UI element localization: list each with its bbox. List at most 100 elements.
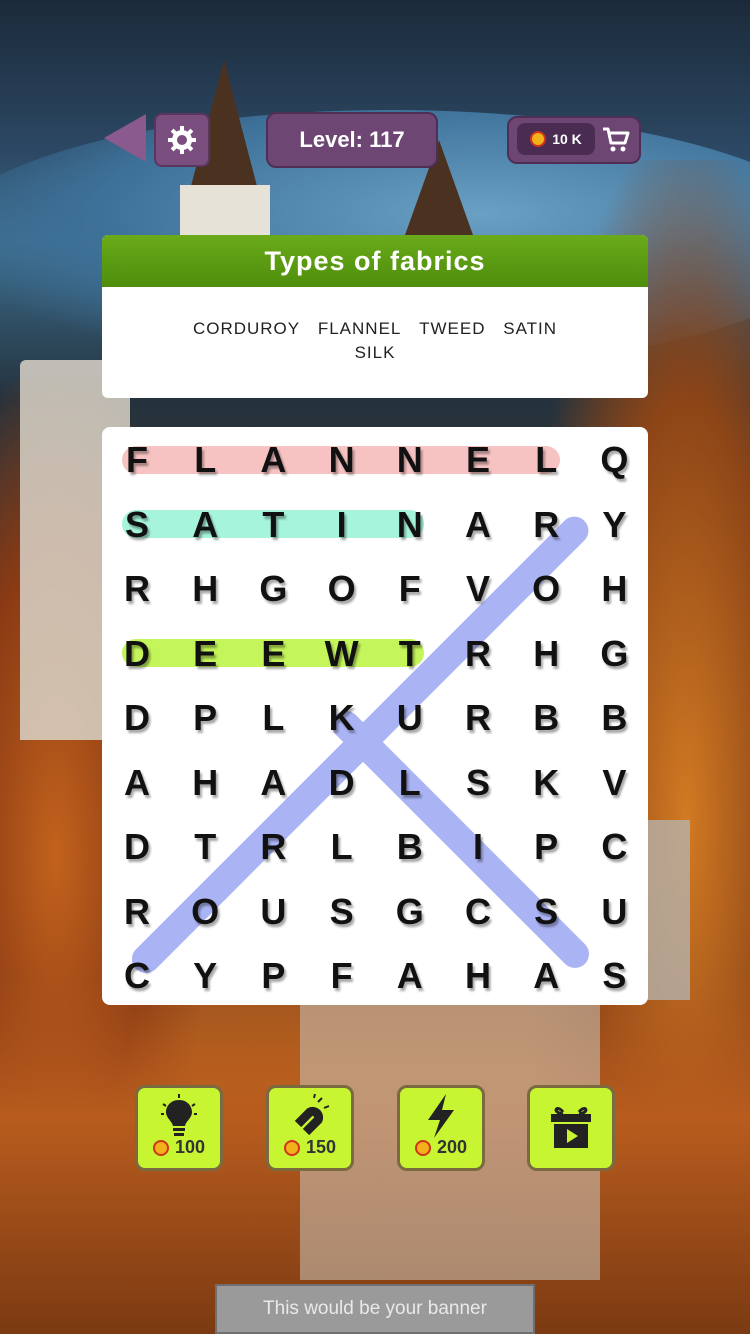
grid-letter-cell[interactable]: A: [512, 946, 580, 1006]
settings-button[interactable]: [154, 113, 210, 167]
word-item: SILK: [354, 343, 396, 362]
grid-letter-cell[interactable]: T: [376, 624, 444, 684]
coin-icon: [414, 1139, 431, 1156]
grid-letter-cell[interactable]: U: [376, 688, 444, 748]
grid-letter-cell[interactable]: A: [239, 753, 307, 813]
magnet-icon: [294, 1093, 330, 1136]
grid-letter-cell[interactable]: R: [103, 559, 171, 619]
word-item: TWEED: [419, 319, 486, 338]
grid-letter-cell[interactable]: F: [376, 559, 444, 619]
video-reward-button[interactable]: [527, 1085, 615, 1171]
grid-letter-cell[interactable]: S: [308, 882, 376, 942]
booster-cost: 100: [138, 1137, 220, 1158]
grid-letter-cell[interactable]: L: [512, 430, 580, 490]
grid-letter-cell[interactable]: L: [171, 430, 239, 490]
grid-letter-cell[interactable]: N: [308, 430, 376, 490]
grid-letter-cell[interactable]: H: [512, 624, 580, 684]
grid-letter-cell[interactable]: C: [103, 946, 171, 1006]
lightning-icon: [428, 1094, 454, 1138]
grid-letter-cell[interactable]: D: [103, 624, 171, 684]
hint-booster-button[interactable]: 100: [135, 1085, 223, 1171]
grid-letter-cell[interactable]: D: [103, 688, 171, 748]
coin-count: 10 K: [552, 131, 582, 147]
word-item: FLANNEL: [317, 319, 402, 338]
coin-shop-button[interactable]: 10 K: [507, 116, 641, 164]
booster-cost: 150: [269, 1137, 351, 1158]
grid-letter-cell[interactable]: N: [376, 495, 444, 555]
grid-letter-cell[interactable]: R: [444, 688, 512, 748]
grid-letter-cell[interactable]: N: [376, 430, 444, 490]
grid-letter-cell[interactable]: I: [308, 495, 376, 555]
grid-letter-cell[interactable]: V: [444, 559, 512, 619]
grid-letter-cell[interactable]: P: [512, 817, 580, 877]
grid-letter-cell[interactable]: D: [308, 753, 376, 813]
grid-letter-cell[interactable]: U: [580, 882, 648, 942]
grid-letter-cell[interactable]: R: [103, 882, 171, 942]
coin-icon: [283, 1139, 300, 1156]
grid-letter-cell[interactable]: Y: [580, 495, 648, 555]
grid-letter-cell[interactable]: H: [171, 753, 239, 813]
grid-letter-cell[interactable]: O: [512, 559, 580, 619]
grid-letter-cell[interactable]: D: [103, 817, 171, 877]
cart-icon: [603, 127, 630, 152]
grid-letter-cell[interactable]: R: [444, 624, 512, 684]
grid-letter-cell[interactable]: L: [239, 688, 307, 748]
grid-letter-cell[interactable]: S: [444, 753, 512, 813]
grid-letter-cell[interactable]: E: [444, 430, 512, 490]
grid-letter-cell[interactable]: P: [239, 946, 307, 1006]
grid-letter-cell[interactable]: Y: [171, 946, 239, 1006]
grid-letter-cell[interactable]: A: [239, 430, 307, 490]
grid-letter-cell[interactable]: P: [171, 688, 239, 748]
grid-letter-cell[interactable]: I: [444, 817, 512, 877]
coin-icon: [152, 1139, 169, 1156]
grid-letter-cell[interactable]: E: [239, 624, 307, 684]
grid-letter-cell[interactable]: B: [512, 688, 580, 748]
grid-letter-cell[interactable]: U: [239, 882, 307, 942]
grid-letter-cell[interactable]: O: [308, 559, 376, 619]
grid-letter-cell[interactable]: A: [444, 495, 512, 555]
gift-video-icon: [551, 1107, 591, 1148]
letter-grid[interactable]: FLANNELQSATINARYRHGOFVOHDEEWTRHGDPLKURBB…: [102, 427, 648, 1005]
grid-letter-cell[interactable]: S: [512, 882, 580, 942]
grid-letter-cell[interactable]: H: [444, 946, 512, 1006]
grid-letter-cell[interactable]: V: [580, 753, 648, 813]
grid-letter-cell[interactable]: R: [239, 817, 307, 877]
grid-letter-cell[interactable]: F: [103, 430, 171, 490]
grid-letter-cell[interactable]: H: [171, 559, 239, 619]
grid-letter-cell[interactable]: S: [580, 946, 648, 1006]
grid-letter-cell[interactable]: B: [376, 817, 444, 877]
grid-letter-cell[interactable]: Q: [580, 430, 648, 490]
booster-cost: 200: [400, 1137, 482, 1158]
grid-letter-cell[interactable]: B: [580, 688, 648, 748]
grid-letter-cell[interactable]: W: [308, 624, 376, 684]
level-indicator: Level: 117: [266, 112, 438, 168]
word-list: CORDUROY FLANNEL TWEED SATIN SILK: [102, 287, 648, 365]
grid-letter-cell[interactable]: K: [512, 753, 580, 813]
grid-letter-cell[interactable]: K: [308, 688, 376, 748]
booster-cost-value: 150: [305, 1137, 337, 1157]
grid-letter-cell[interactable]: H: [580, 559, 648, 619]
grid-letter-cell[interactable]: G: [580, 624, 648, 684]
magnet-booster-button[interactable]: 150: [266, 1085, 354, 1171]
grid-letter-cell[interactable]: G: [376, 882, 444, 942]
grid-letter-cell[interactable]: E: [171, 624, 239, 684]
grid-letter-cell[interactable]: L: [308, 817, 376, 877]
grid-letter-cell[interactable]: F: [308, 946, 376, 1006]
grid-letter-cell[interactable]: A: [376, 946, 444, 1006]
coin-balance: 10 K: [517, 123, 595, 155]
lightning-booster-button[interactable]: 200: [397, 1085, 485, 1171]
back-button[interactable]: [104, 114, 146, 162]
ad-banner[interactable]: This would be your banner: [215, 1284, 535, 1334]
grid-letter-cell[interactable]: O: [171, 882, 239, 942]
word-item: CORDUROY: [192, 319, 301, 338]
grid-letter-cell[interactable]: G: [239, 559, 307, 619]
grid-letter-cell[interactable]: S: [103, 495, 171, 555]
grid-letter-cell[interactable]: A: [171, 495, 239, 555]
grid-letter-cell[interactable]: T: [239, 495, 307, 555]
grid-letter-cell[interactable]: A: [103, 753, 171, 813]
grid-letter-cell[interactable]: C: [580, 817, 648, 877]
grid-letter-cell[interactable]: L: [376, 753, 444, 813]
grid-letter-cell[interactable]: C: [444, 882, 512, 942]
grid-letter-cell[interactable]: R: [512, 495, 580, 555]
grid-letter-cell[interactable]: T: [171, 817, 239, 877]
